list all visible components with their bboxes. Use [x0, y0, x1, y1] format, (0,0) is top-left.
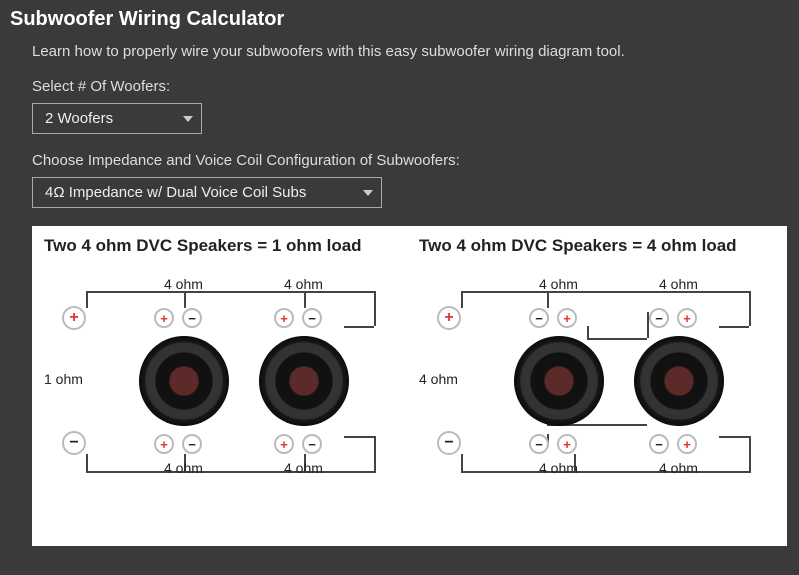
speaker-icon: [634, 336, 724, 426]
amp-negative-terminal: −: [62, 431, 86, 455]
coil-terminal-pos: +: [274, 308, 294, 328]
page-title: Subwoofer Wiring Calculator: [10, 8, 789, 31]
coil-terminal-neg: −: [182, 434, 202, 454]
coil-label: 4 ohm: [284, 460, 323, 476]
coil-label: 4 ohm: [284, 276, 323, 292]
diagram-2-title: Two 4 ohm DVC Speakers = 4 ohm load: [419, 236, 774, 256]
coil-label: 4 ohm: [539, 460, 578, 476]
wiring-diagram-1: Two 4 ohm DVC Speakers = 1 ohm load + − …: [44, 236, 399, 526]
intro-text: Learn how to properly wire your subwoofe…: [32, 43, 789, 60]
amp-positive-terminal: +: [62, 306, 86, 330]
coil-terminal-pos: +: [557, 434, 577, 454]
chevron-down-icon: [363, 190, 373, 196]
impedance-label: Choose Impedance and Voice Coil Configur…: [32, 152, 789, 169]
coil-label: 4 ohm: [164, 276, 203, 292]
coil-terminal-pos: +: [557, 308, 577, 328]
woofers-select-value: 2 Woofers: [45, 110, 113, 127]
coil-terminal-neg: −: [302, 434, 322, 454]
speaker-icon: [514, 336, 604, 426]
coil-terminal-pos: +: [274, 434, 294, 454]
wiring-diagram-2: Two 4 ohm DVC Speakers = 4 ohm load + − …: [419, 236, 774, 526]
wiring-diagram-panel: Two 4 ohm DVC Speakers = 1 ohm load + − …: [32, 226, 787, 546]
coil-terminal-pos: +: [154, 434, 174, 454]
coil-terminal-neg: −: [649, 308, 669, 328]
woofers-label: Select # Of Woofers:: [32, 78, 789, 95]
coil-terminal-neg: −: [182, 308, 202, 328]
coil-label: 4 ohm: [659, 460, 698, 476]
coil-terminal-pos: +: [677, 308, 697, 328]
woofers-select[interactable]: 2 Woofers: [32, 103, 202, 134]
impedance-select-value: 4Ω Impedance w/ Dual Voice Coil Subs: [45, 184, 306, 201]
coil-terminal-pos: +: [154, 308, 174, 328]
speaker-icon: [139, 336, 229, 426]
coil-label: 4 ohm: [164, 460, 203, 476]
speaker-icon: [259, 336, 349, 426]
coil-label: 4 ohm: [659, 276, 698, 292]
impedance-select[interactable]: 4Ω Impedance w/ Dual Voice Coil Subs: [32, 177, 382, 208]
amp-load-label: 4 ohm: [419, 371, 458, 387]
coil-terminal-neg: −: [529, 434, 549, 454]
amp-positive-terminal: +: [437, 306, 461, 330]
amp-negative-terminal: −: [437, 431, 461, 455]
coil-label: 4 ohm: [539, 276, 578, 292]
coil-terminal-pos: +: [677, 434, 697, 454]
coil-terminal-neg: −: [529, 308, 549, 328]
chevron-down-icon: [183, 116, 193, 122]
amp-load-label: 1 ohm: [44, 371, 83, 387]
diagram-1-title: Two 4 ohm DVC Speakers = 1 ohm load: [44, 236, 399, 256]
coil-terminal-neg: −: [302, 308, 322, 328]
coil-terminal-neg: −: [649, 434, 669, 454]
